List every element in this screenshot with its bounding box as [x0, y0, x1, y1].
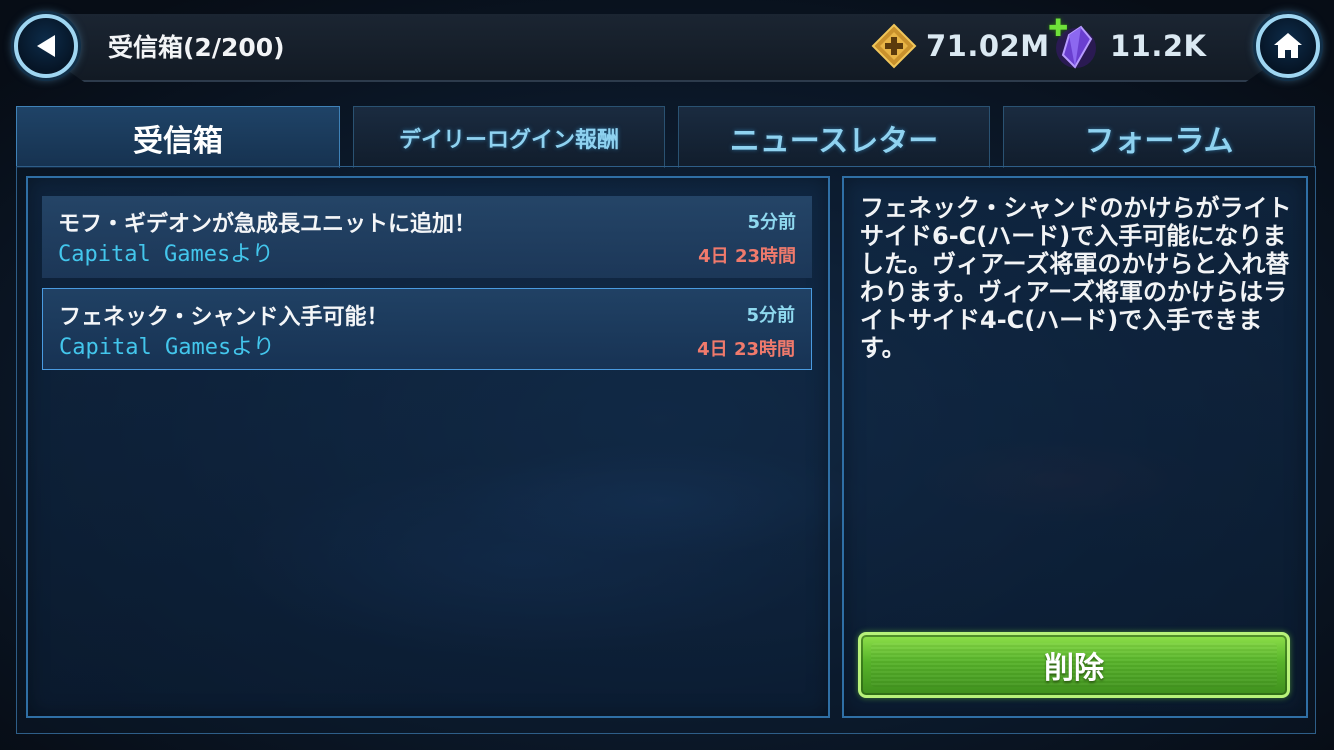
message-body: フェネック・シャンドのかけらがライトサイド6-C(ハード)で入手可能になりました…	[860, 194, 1292, 362]
tab-daily-login-rewards[interactable]: デイリーログイン報酬	[353, 106, 665, 168]
credits-display[interactable]: 71.02M	[868, 18, 1050, 74]
message-title: フェネック・シャンド入手可能！	[59, 305, 389, 330]
message-time: 5分前	[746, 305, 795, 326]
home-button[interactable]	[1256, 14, 1320, 78]
back-button[interactable]	[14, 14, 78, 78]
tab-inbox[interactable]: 受信箱	[16, 106, 340, 168]
message-sender: Capital Gamesより	[59, 335, 275, 360]
crystal-icon: ✚	[1048, 14, 1102, 72]
message-expiry: 4日 23時間	[697, 339, 795, 360]
delete-label: 削除	[1044, 651, 1104, 686]
message-expiry: 4日 23時間	[698, 246, 796, 267]
message-time: 5分前	[747, 212, 796, 233]
plus-icon[interactable]: ✚	[1048, 14, 1068, 42]
crystals-amount: 11.2K	[1110, 29, 1207, 63]
tab-forum[interactable]: フォーラム	[1003, 106, 1315, 168]
message-sender: Capital Gamesより	[58, 242, 274, 267]
crystals-display[interactable]: ✚ 11.2K	[1048, 14, 1207, 74]
message-title: モフ・ギデオンが急成長ユニットに追加！	[58, 212, 477, 237]
message-item[interactable]: モフ・ギデオンが急成長ユニットに追加！ Capital Gamesより 5分前 …	[42, 196, 812, 278]
delete-button[interactable]: 削除	[858, 632, 1290, 698]
back-arrow-icon	[37, 35, 55, 57]
tab-newsletter[interactable]: ニュースレター	[678, 106, 990, 168]
top-bar: 受信箱(2/200) 71.02M ✚ 11.2K	[0, 0, 1334, 92]
page-title: 受信箱(2/200)	[108, 33, 285, 62]
home-icon	[1274, 33, 1302, 58]
message-item-selected[interactable]: フェネック・シャンド入手可能！ Capital Gamesより 5分前 4日 2…	[42, 288, 812, 370]
credits-amount: 71.02M	[926, 29, 1050, 63]
credits-icon	[868, 20, 920, 72]
